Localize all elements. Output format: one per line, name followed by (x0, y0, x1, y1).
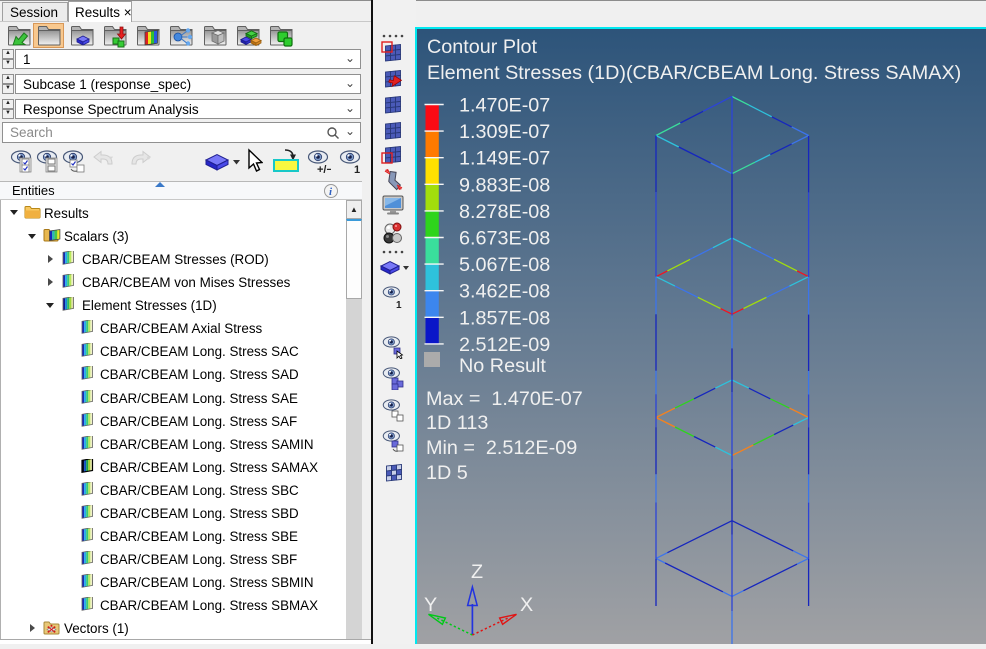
svg-text:Max = 1.470E-07: Max = 1.470E-07 (426, 388, 583, 410)
svg-text:X: X (520, 594, 533, 616)
svg-text:1.149E-07: 1.149E-07 (459, 148, 550, 170)
svg-text:6.673E-08: 6.673E-08 (459, 228, 550, 250)
svg-text:1D 113: 1D 113 (426, 412, 488, 434)
svg-text:1.857E-08: 1.857E-08 (459, 307, 550, 329)
svg-text:Element Stresses (1D)(CBAR/CBE: Element Stresses (1D)(CBAR/CBEAM Long. S… (427, 62, 961, 84)
svg-text:1: 1 (354, 164, 360, 174)
svg-text:Min = 2.512E-09: Min = 2.512E-09 (426, 437, 577, 459)
svg-text:5.067E-08: 5.067E-08 (459, 254, 550, 276)
svg-text:Contour Plot: Contour Plot (427, 36, 537, 58)
svg-text:1D 5: 1D 5 (426, 462, 468, 484)
svg-text:1: 1 (396, 300, 402, 309)
svg-text:8.278E-08: 8.278E-08 (459, 201, 550, 223)
svg-text:No Result: No Result (459, 355, 546, 377)
svg-text:1.309E-07: 1.309E-07 (459, 121, 550, 143)
svg-text:1.470E-07: 1.470E-07 (459, 95, 550, 117)
svg-text:Y: Y (424, 594, 437, 616)
svg-text:+/−: +/− (317, 164, 331, 174)
svg-text:9.883E-08: 9.883E-08 (459, 174, 550, 196)
svg-text:2.512E-09: 2.512E-09 (459, 334, 550, 356)
svg-text:Z: Z (471, 561, 483, 583)
svg-text:3.462E-08: 3.462E-08 (459, 281, 550, 303)
